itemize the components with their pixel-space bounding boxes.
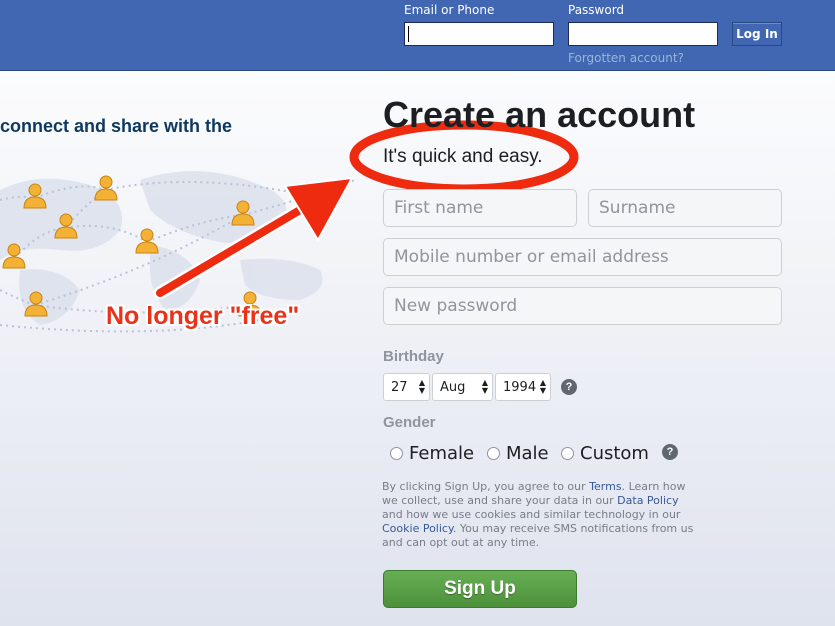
cookie-policy-link[interactable]: Cookie Policy: [382, 522, 453, 535]
first-name-placeholder: First name: [394, 198, 484, 218]
signup-title: Create an account: [383, 94, 696, 135]
person-icon: [94, 175, 118, 201]
birthday-day-value: 27: [391, 379, 408, 395]
legal-notice: By clicking Sign Up, you agree to our Te…: [382, 480, 702, 550]
up-down-arrows-icon: ▲ ▼: [418, 378, 425, 395]
data-policy-link[interactable]: Data Policy: [617, 494, 678, 507]
birthday-month-select[interactable]: Aug ▲ ▼: [432, 373, 493, 401]
surname-input[interactable]: Surname: [588, 189, 782, 227]
birthday-day-select[interactable]: 27 ▲ ▼: [383, 373, 430, 401]
new-password-placeholder: New password: [394, 296, 518, 316]
terms-link[interactable]: Terms: [589, 480, 621, 493]
gender-female-label: Female: [409, 443, 475, 464]
new-password-input[interactable]: New password: [383, 287, 782, 325]
login-email-input[interactable]: [404, 22, 554, 46]
surname-placeholder: Surname: [599, 198, 676, 218]
up-down-arrows-icon: ▲ ▼: [481, 378, 488, 395]
mobile-or-email-placeholder: Mobile number or email address: [394, 247, 669, 267]
legal-text-1: By clicking Sign Up, you agree to our: [382, 480, 590, 493]
hero-tagline: connect and share with the: [0, 116, 233, 136]
radio-circle-icon: [561, 447, 574, 460]
top-navigation-bar: Email or Phone Password Log In Forgotten…: [0, 0, 835, 71]
annotation-no-longer-free: No longer "free": [106, 302, 300, 330]
forgotten-account-link[interactable]: Forgotten account?: [568, 51, 684, 65]
person-icon: [135, 228, 159, 254]
email-label: Email or Phone: [404, 3, 495, 17]
birthday-label: Birthday: [383, 348, 444, 365]
birthday-month-value: Aug: [440, 379, 466, 395]
up-down-arrows-icon: ▲ ▼: [539, 378, 546, 395]
gender-male-radio[interactable]: Male: [487, 443, 549, 464]
gender-custom-label: Custom: [580, 443, 649, 464]
sign-up-button[interactable]: Sign Up: [383, 570, 577, 608]
first-name-input[interactable]: First name: [383, 189, 577, 227]
birthday-year-value: 1994: [503, 379, 537, 395]
gender-female-radio[interactable]: Female: [390, 443, 474, 464]
mobile-or-email-input[interactable]: Mobile number or email address: [383, 238, 782, 276]
login-password-input[interactable]: [568, 22, 718, 46]
login-button[interactable]: Log In: [732, 22, 782, 46]
gender-custom-radio[interactable]: Custom: [561, 443, 649, 464]
signup-subtitle: It's quick and easy.: [383, 146, 543, 167]
birthday-year-select[interactable]: 1994 ▲ ▼: [495, 373, 551, 401]
password-label: Password: [568, 3, 625, 17]
gender-male-label: Male: [506, 443, 549, 464]
gender-label: Gender: [383, 414, 436, 431]
birthday-help-icon[interactable]: ?: [561, 379, 577, 395]
radio-circle-icon: [487, 447, 500, 460]
legal-text-3: and how we use cookies and similar techn…: [382, 508, 681, 521]
radio-circle-icon: [390, 447, 403, 460]
gender-help-icon[interactable]: ?: [662, 444, 678, 460]
